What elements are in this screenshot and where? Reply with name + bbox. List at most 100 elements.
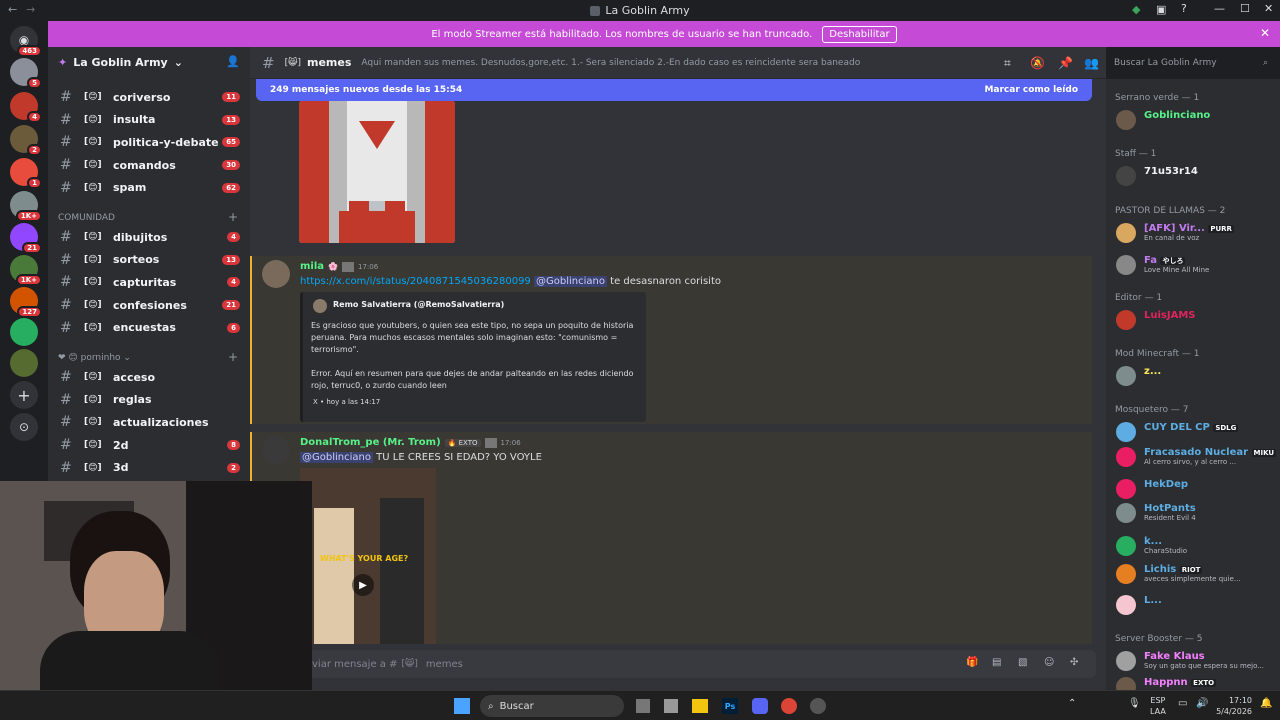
category-porninho[interactable]: ❤ 😊 porninho ⌄ [58,353,131,363]
mark-as-read-button[interactable]: Marcar como leído [984,85,1078,95]
server-icon[interactable]: 1K+ [10,191,42,222]
network-icon[interactable]: ▭ [1178,698,1187,709]
author-name[interactable]: DonalTrom_pe (Mr. Trom) [300,437,441,448]
threads-icon[interactable]: ⌗ [1004,56,1011,71]
avatar[interactable] [262,436,290,464]
channel-item[interactable]: # [😊] confesiones 21 [48,294,250,316]
chrome-icon[interactable] [781,698,797,714]
message-donaltrom[interactable]: DonalTrom_pe (Mr. Trom) 🔥 EXTO 17:06 @Go… [250,432,1092,644]
close-banner-icon[interactable]: ✕ [1260,26,1270,40]
server-icon[interactable]: 2 [10,125,42,156]
embed-author[interactable]: Remo Salvatierra (@RemoSalvatierra) [333,300,504,309]
author-name[interactable]: mila [300,261,324,272]
mention[interactable]: @Goblinciano [300,452,373,463]
channel-item[interactable]: # [😊] acceso [48,366,250,388]
add-channel-icon[interactable]: + [228,350,238,364]
direct-messages-icon[interactable]: ◉ 463 [10,26,42,57]
server-icon[interactable]: 4 [10,92,42,123]
start-icon[interactable] [454,698,470,714]
language-indicator[interactable]: ESP LAA [1150,695,1166,717]
server-icon[interactable] [10,318,38,346]
search-input[interactable]: Buscar La Goblin Army ⌕ [1106,52,1274,74]
gif-icon[interactable]: ▤ [992,657,1001,668]
chevron-up-icon[interactable]: ⌃ [1068,698,1076,709]
server-icon[interactable]: 1K+ [10,255,42,286]
maximize-icon[interactable]: ☐ [1240,2,1250,15]
channel-item[interactable]: # [😊] encuestas 6 [48,317,250,339]
message-composer[interactable]: viar mensaje a # [😸] memes 🎁 ▤ ▧ ☺ ✣ [300,650,1096,678]
channel-item[interactable]: # [😊] sorteos 13 [48,249,250,271]
add-server-icon[interactable]: + [10,381,38,409]
member-item[interactable]: HotPants Resident Evil 4 [1114,501,1276,525]
channel-item[interactable]: # [😊] actualizaciones [48,411,250,433]
nitro-icon[interactable]: ◆ [1132,3,1140,16]
invite-icon[interactable]: 👤 [226,55,240,68]
obs-icon[interactable] [810,698,826,714]
channel-item[interactable]: # [😊] coriverso 11 [48,86,250,108]
channel-item[interactable]: # [😊] capturitas 4 [48,271,250,293]
task-view-icon[interactable] [636,699,650,713]
channel-item[interactable]: # [😊] spam 62 [48,177,250,199]
discover-icon[interactable]: ⊙ [10,413,38,441]
member-item[interactable]: LuisJAMS [1114,308,1276,332]
back-icon[interactable]: ← [8,3,17,16]
member-item[interactable]: [AFK] Vir... PURR En canal de voz [1114,221,1276,245]
add-channel-icon[interactable]: + [228,210,238,224]
server-icon[interactable]: 127 [10,287,42,318]
video-embed[interactable]: WHAT'S YOUR AGE? ▶ [300,468,436,644]
member-item[interactable]: Goblinciano [1114,108,1276,132]
avatar[interactable] [262,260,290,288]
channel-item[interactable]: # [😊] 3d 2 [48,457,250,479]
member-item[interactable]: 71u53r14 [1114,164,1276,188]
message-mila[interactable]: mila 🌸 17:06 https://x.com/i/status/2040… [250,256,1092,424]
gift-icon[interactable]: 🎁 [966,657,978,668]
member-item[interactable]: Fa やしろ Love Mine All Mine [1114,253,1276,277]
clock[interactable]: 17:10 5/4/2026 [1214,695,1252,717]
member-item[interactable]: HekDep [1114,477,1276,501]
member-item[interactable]: Lichis RIOT aveces simplemente quie... [1114,562,1276,586]
channel-item[interactable]: # [😊] politica-y-debate 65 [48,131,250,153]
channel-item[interactable]: # [😊] reglas [48,389,250,411]
twitch-server-icon[interactable]: 21 [10,223,42,254]
category-comunidad[interactable]: COMUNIDAD [58,213,115,223]
discord-icon[interactable] [752,698,768,714]
file-explorer-icon[interactable] [692,699,708,713]
mute-icon[interactable]: 🔕 [1030,56,1045,70]
volume-icon[interactable]: 🔊 [1196,698,1208,709]
server-icon[interactable]: 5 [10,58,42,89]
emoji-icon[interactable]: ☺ [1044,657,1054,668]
new-messages-bar[interactable]: 249 mensajes nuevos desde las 15:54 Marc… [256,79,1092,101]
channel-item[interactable]: # [😊] comandos 30 [48,154,250,176]
play-icon[interactable]: ▶ [352,574,374,596]
apps-icon[interactable]: ✣ [1070,657,1078,668]
member-item[interactable]: k... CharaStudio [1114,534,1276,558]
photoshop-icon[interactable]: Ps [722,698,738,714]
notifications-icon[interactable]: 🔔 [1260,698,1272,709]
channel-item[interactable]: # [😊] dibujitos 4 [48,226,250,248]
app-icon[interactable] [664,699,678,713]
channel-item[interactable]: # [😊] insulta 13 [48,109,250,131]
member-item[interactable]: CUY DEL CP SDLG [1114,420,1276,444]
pin-icon[interactable]: 📌 [1058,56,1073,70]
sticker-icon[interactable]: ▧ [1018,657,1027,668]
member-item[interactable]: Fake Klaus Soy un gato que espera su mejo… [1114,649,1276,673]
member-item[interactable]: Fracasado Nuclear MIKU Al cerro sirvo, y … [1114,445,1277,469]
minimize-icon[interactable]: — [1214,2,1225,15]
server-icon[interactable]: 1 [10,158,42,189]
server-icon[interactable] [10,349,38,377]
member-item[interactable]: z... [1114,364,1276,388]
channel-topic[interactable]: Aqui manden sus memes. Desnudos,gore,etc… [361,58,860,68]
message-link[interactable]: https://x.com/i/status/20408715450362800… [300,276,531,287]
mic-icon[interactable]: 🎙 [1128,698,1141,709]
taskbar-search[interactable]: ⌕ Buscar [480,695,624,717]
forward-icon[interactable]: → [26,3,35,16]
mention[interactable]: @Goblinciano [533,276,607,287]
channel-item[interactable]: # [😊] 2d 8 [48,434,250,456]
close-icon[interactable]: ✕ [1264,2,1273,15]
help-icon[interactable]: ? [1181,2,1187,15]
disable-streamer-button[interactable]: Deshabilitar [822,25,897,43]
member-item[interactable]: L... [1114,593,1276,617]
members-icon[interactable]: 👥 [1084,56,1099,70]
server-header[interactable]: ✦ La Goblin Army ⌄ 👤 [48,47,250,77]
inbox-icon[interactable]: ▣ [1156,3,1166,16]
